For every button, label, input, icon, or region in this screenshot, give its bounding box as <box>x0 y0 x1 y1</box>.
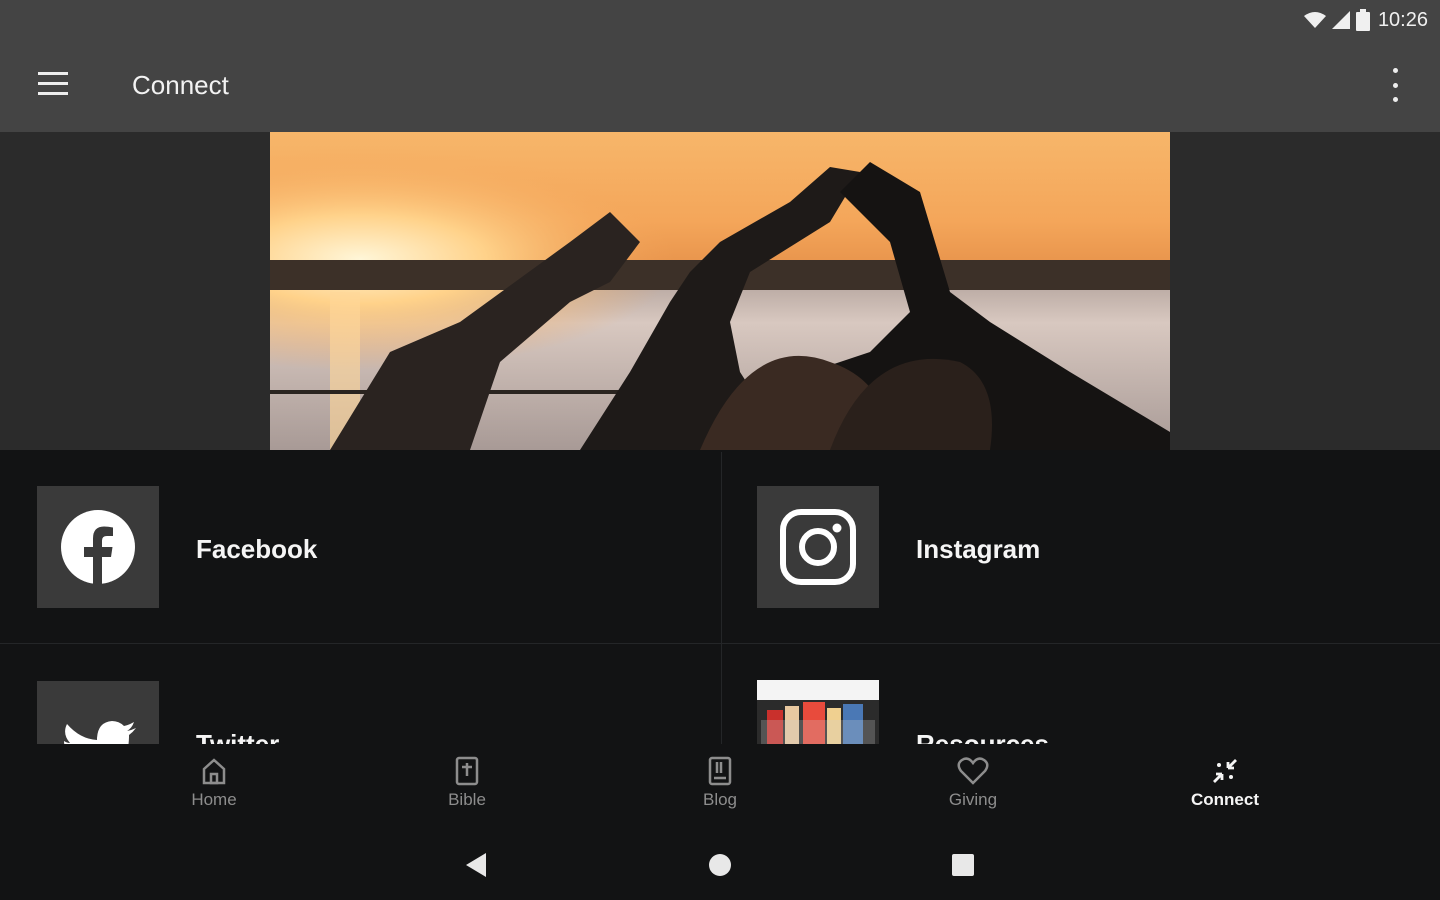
home-circle-icon[interactable] <box>700 850 740 880</box>
tile-resources[interactable]: Resources <box>720 644 1440 744</box>
instagram-thumb <box>757 486 879 608</box>
tile-label: Facebook <box>196 534 318 564</box>
battery-icon <box>1355 9 1370 31</box>
nav-label: Connect <box>1191 790 1259 809</box>
books-illustration <box>757 680 879 744</box>
status-icons <box>1303 9 1370 31</box>
tile-label: Twitter <box>196 729 280 744</box>
home-icon <box>202 758 226 785</box>
hamburger-menu-icon[interactable] <box>38 72 70 100</box>
blog-icon <box>708 756 732 786</box>
more-vert-icon[interactable] <box>1380 68 1410 102</box>
app-bar: Connect <box>0 40 1440 132</box>
back-icon[interactable] <box>456 850 496 880</box>
recents-icon[interactable] <box>943 850 983 880</box>
system-navigation <box>0 830 1440 900</box>
connect-icon <box>1213 759 1237 783</box>
nav-giving[interactable]: Giving <box>913 756 1033 826</box>
twitter-thumb <box>37 681 159 744</box>
signal-icon <box>1331 11 1350 29</box>
page-title: Connect <box>132 70 229 100</box>
nav-home[interactable]: Home <box>154 756 274 826</box>
tile-instagram[interactable]: Instagram <box>720 452 1440 644</box>
nav-connect[interactable]: Connect <box>1165 756 1285 826</box>
nav-label: Home <box>191 790 237 809</box>
tile-label: Resources <box>916 729 1049 744</box>
twitter-icon <box>64 721 136 744</box>
nav-label: Blog <box>702 790 738 809</box>
nav-blog[interactable]: Blog <box>660 756 780 826</box>
tile-twitter[interactable]: Twitter <box>0 644 720 744</box>
tile-label: Instagram <box>916 534 1041 564</box>
resources-thumbnail <box>757 680 879 744</box>
connect-grid: Facebook Instagram Twitter Resources <box>0 452 1440 744</box>
nav-label: Bible <box>448 790 486 809</box>
tile-facebook[interactable]: Facebook <box>0 452 720 644</box>
grid-horizontal-divider <box>0 643 1440 644</box>
instagram-icon <box>780 509 856 585</box>
heart-icon <box>957 757 989 785</box>
nav-label: Giving <box>948 790 998 809</box>
wifi-icon <box>1303 12 1326 28</box>
status-bar: 10:26 <box>0 0 1440 40</box>
bible-icon <box>455 756 479 786</box>
grid-vertical-divider <box>721 452 722 744</box>
facebook-thumb <box>37 486 159 608</box>
nav-bible[interactable]: Bible <box>407 756 527 826</box>
facebook-icon <box>61 510 135 585</box>
sunset-hearts-illustration <box>270 132 1170 450</box>
hero-image <box>270 132 1170 450</box>
status-time: 10:26 <box>1377 8 1428 31</box>
bottom-navigation: Home Bible Blog Giving Connect <box>0 744 1440 830</box>
